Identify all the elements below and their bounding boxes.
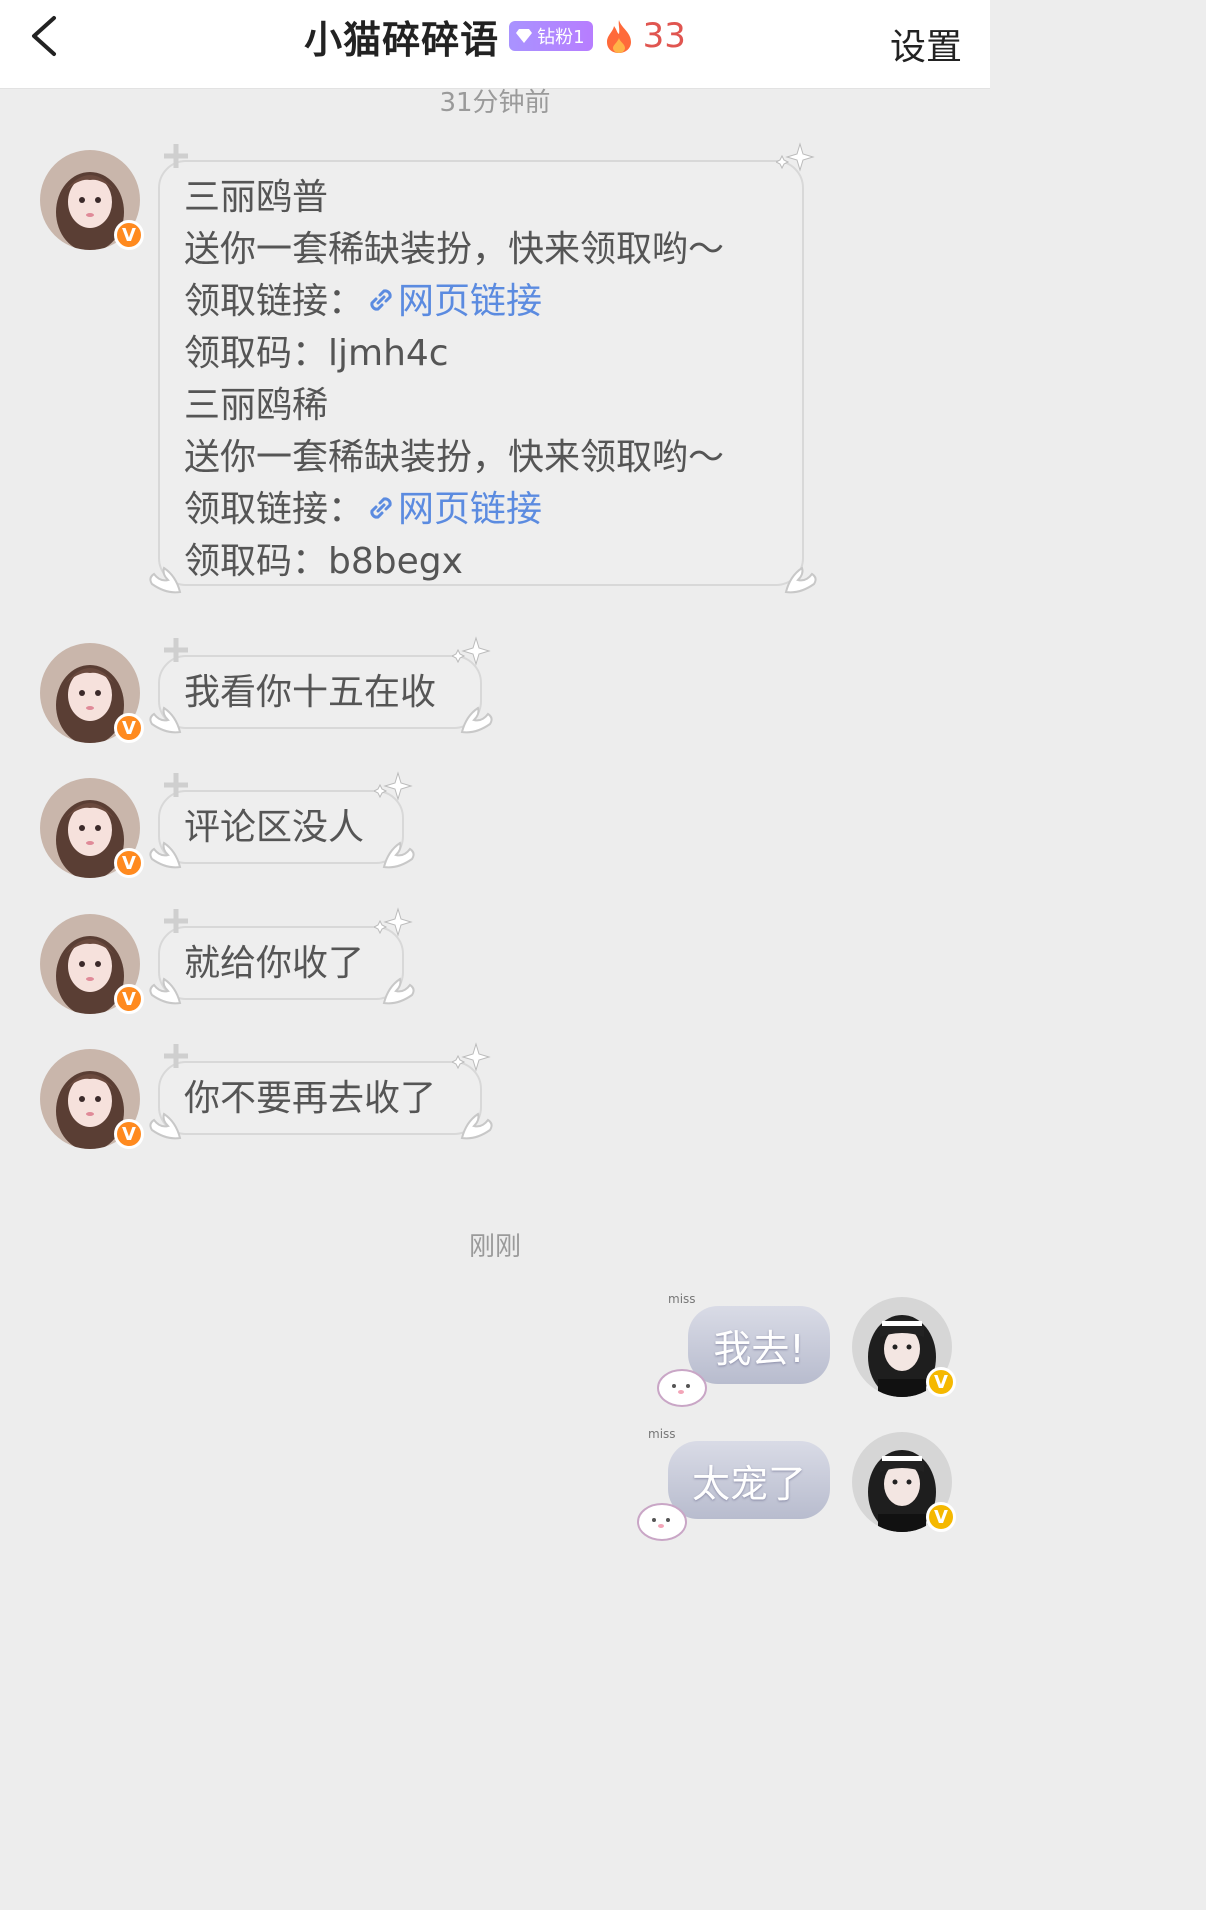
web-link[interactable]: 网页链接 bbox=[398, 489, 542, 530]
message-text: 我去! bbox=[713, 1326, 805, 1371]
streak: 33 bbox=[603, 16, 686, 56]
message-text: 评论区没人 bbox=[184, 807, 365, 848]
sparkle-icon bbox=[374, 907, 413, 937]
wing-icon bbox=[149, 1112, 182, 1140]
message-bubble[interactable]: 评论区没人 bbox=[158, 790, 404, 864]
message-text: 三丽鸥普 bbox=[184, 177, 329, 218]
sparkle-icon bbox=[164, 144, 188, 168]
link-icon bbox=[370, 497, 392, 519]
cute-sticker-icon bbox=[637, 1503, 687, 1541]
message-text: 领取码：b8begx bbox=[184, 541, 463, 582]
outgoing-message-bubble[interactable]: 太宠了 bbox=[668, 1441, 830, 1519]
cute-sticker-icon bbox=[657, 1369, 707, 1407]
chat-header: 小猫碎碎语 钻粉1 33 设置 bbox=[0, 0, 990, 89]
title-area: 小猫碎碎语 钻粉1 33 bbox=[0, 12, 990, 62]
my-avatar[interactable]: V bbox=[852, 1432, 956, 1532]
sparkle-icon bbox=[452, 636, 491, 666]
avatar[interactable]: V bbox=[40, 643, 144, 743]
message-text: 你不要再去收了 bbox=[184, 1078, 437, 1119]
message-text: 就给你收了 bbox=[184, 943, 365, 984]
sticker-text: miss bbox=[668, 1292, 696, 1306]
verified-badge: V bbox=[114, 1119, 144, 1149]
link-icon bbox=[370, 289, 392, 311]
message-bubble[interactable]: 就给你收了 bbox=[158, 926, 404, 1000]
verified-badge: V bbox=[926, 1502, 956, 1532]
avatar[interactable]: V bbox=[40, 150, 144, 250]
message-text: 三丽鸥稀 bbox=[184, 385, 329, 426]
sparkle-icon bbox=[776, 142, 815, 172]
message-text: 太宠了 bbox=[691, 1461, 806, 1506]
wing-icon bbox=[149, 566, 182, 594]
verified-badge: V bbox=[114, 848, 144, 878]
wing-icon bbox=[149, 977, 182, 1005]
avatar[interactable]: V bbox=[40, 914, 144, 1014]
message-text: 领取链接： bbox=[184, 489, 365, 530]
chat-title: 小猫碎碎语 bbox=[304, 17, 500, 62]
my-avatar[interactable]: V bbox=[852, 1297, 956, 1397]
message-bubble[interactable]: 我看你十五在收 bbox=[158, 655, 482, 729]
message-bubble[interactable]: 你不要再去收了 bbox=[158, 1061, 482, 1135]
fan-badge-label: 钻粉1 bbox=[537, 27, 585, 48]
timestamp: 31分钟前 bbox=[439, 88, 551, 118]
wing-icon bbox=[460, 706, 493, 734]
message-line: 领取链接： 网页链接 bbox=[184, 484, 778, 536]
timestamp: 刚刚 bbox=[468, 1232, 521, 1262]
message-line: 领取链接： 网页链接 bbox=[184, 276, 778, 328]
verified-badge: V bbox=[114, 220, 144, 250]
sparkle-icon bbox=[164, 773, 188, 797]
wing-icon bbox=[460, 1112, 493, 1140]
wing-icon bbox=[149, 706, 182, 734]
message-text: 送你一套稀缺装扮，快来领取哟～ bbox=[184, 229, 725, 270]
avatar[interactable]: V bbox=[40, 778, 144, 878]
message-text: 领取链接： bbox=[184, 281, 365, 322]
sparkle-icon bbox=[374, 771, 413, 801]
sparkle-icon bbox=[164, 1044, 188, 1068]
wing-icon bbox=[382, 841, 415, 869]
message-text: 领取码：ljmh4c bbox=[184, 333, 449, 374]
sparkle-icon bbox=[452, 1042, 491, 1072]
diamond-icon bbox=[516, 29, 533, 43]
fire-icon bbox=[606, 20, 631, 53]
message-bubble[interactable]: 三丽鸥普 送你一套稀缺装扮，快来领取哟～ 领取链接： 网页链接 领取码：ljmh4… bbox=[158, 160, 804, 586]
streak-count: 33 bbox=[642, 16, 686, 56]
wing-icon bbox=[784, 566, 817, 594]
web-link[interactable]: 网页链接 bbox=[398, 281, 542, 322]
wing-icon bbox=[149, 841, 182, 869]
sparkle-icon bbox=[164, 909, 188, 933]
verified-badge: V bbox=[926, 1367, 956, 1397]
verified-badge: V bbox=[114, 984, 144, 1014]
wing-icon bbox=[382, 977, 415, 1005]
settings-button[interactable]: 设置 bbox=[890, 18, 962, 70]
verified-badge: V bbox=[114, 713, 144, 743]
avatar[interactable]: V bbox=[40, 1049, 144, 1149]
sticker-text: miss bbox=[648, 1427, 676, 1441]
message-text: 送你一套稀缺装扮，快来领取哟～ bbox=[184, 437, 725, 478]
sparkle-icon bbox=[164, 638, 188, 662]
message-text: 我看你十五在收 bbox=[184, 672, 437, 713]
fan-badge: 钻粉1 bbox=[509, 21, 593, 51]
